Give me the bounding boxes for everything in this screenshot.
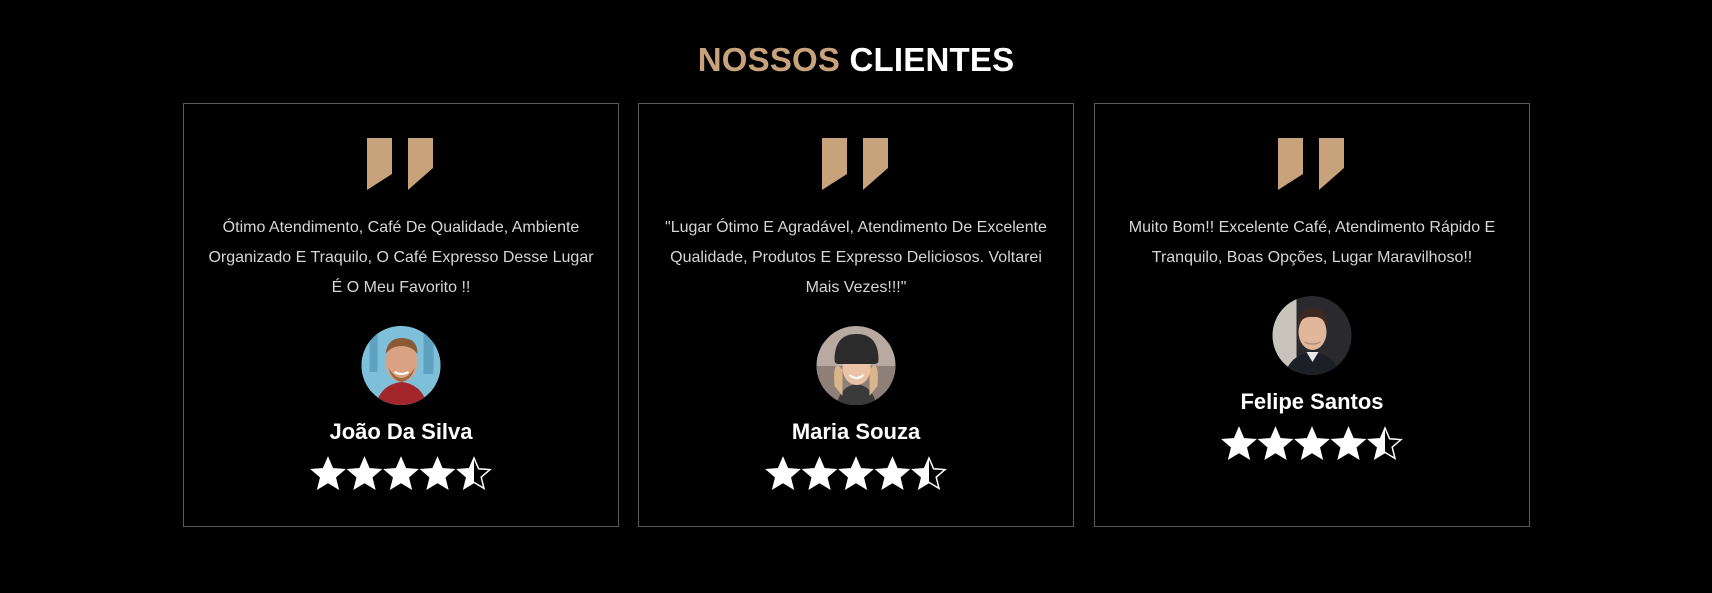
star: [456, 456, 492, 490]
star: [801, 456, 838, 490]
star-icon: [803, 458, 836, 489]
star: [838, 456, 874, 490]
review-text: Ótimo Atendimento, Café De Qualidade, Am…: [208, 219, 594, 296]
star: [1330, 426, 1367, 460]
testimonial-card: Muito Bom!! Excelente Café, Atendimento …: [1094, 103, 1530, 527]
star: [1367, 426, 1403, 460]
title-highlight: NOSSOS: [697, 41, 841, 78]
customer-name: Felipe Santos: [1240, 389, 1384, 414]
review-text: Muito Bom!! Excelente Café, Atendimento …: [1128, 219, 1496, 266]
star: [383, 456, 419, 490]
section-title: NOSSOS CLIENTES: [0, 38, 1712, 82]
star-icon: [1223, 428, 1255, 459]
customer-name: Maria Souza: [791, 419, 921, 444]
star: [911, 456, 947, 490]
star-icon: [348, 458, 381, 489]
star: [419, 456, 456, 490]
star-rating: [1221, 426, 1403, 462]
star-icon: [840, 458, 872, 489]
avatar: [1272, 296, 1352, 375]
star: [310, 456, 346, 490]
review-text: "Lugar Ótimo E Agradável, Atendimento De…: [665, 219, 1047, 296]
quote-icon: [1278, 138, 1346, 190]
star: [346, 456, 383, 490]
star-icon: [385, 458, 417, 489]
star-icon: [1296, 428, 1328, 459]
star: [1257, 426, 1294, 460]
testimonials-section: NOSSOS CLIENTES Ótimo Atendimento, Café …: [0, 0, 1712, 593]
avatar: [816, 326, 896, 405]
star: [1221, 426, 1257, 460]
quote-icon: [367, 138, 435, 190]
testimonial-card: Ótimo Atendimento, Café De Qualidade, Am…: [183, 103, 619, 527]
star-rating: [310, 456, 492, 492]
star-icon: [876, 458, 909, 489]
quote-icon: [822, 138, 890, 190]
star: [1294, 426, 1330, 460]
star-icon: [1332, 428, 1365, 459]
star: [874, 456, 911, 490]
star-icon: [767, 458, 799, 489]
star-icon: [1259, 428, 1292, 459]
testimonial-card: "Lugar Ótimo E Agradável, Atendimento De…: [638, 103, 1074, 527]
star-icon: [421, 458, 454, 489]
star-rating: [765, 456, 947, 492]
customer-name: João Da Silva: [329, 419, 473, 444]
star: [765, 456, 801, 490]
star-icon: [312, 458, 344, 489]
title-main: CLIENTES: [849, 41, 1015, 78]
avatar: [361, 326, 441, 405]
